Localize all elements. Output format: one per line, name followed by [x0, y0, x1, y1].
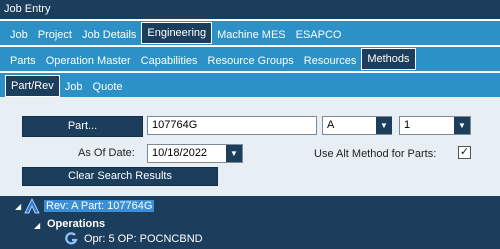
main-tab-bar: Job Project Job Details Engineering Mach…	[0, 21, 500, 45]
revision-value: A	[327, 119, 335, 131]
tree-root-node[interactable]: Rev: A Part: 107764G	[44, 200, 155, 212]
tab-operation-master[interactable]: Operation Master	[41, 51, 136, 71]
alt-method-value: 1	[404, 119, 411, 131]
search-panel: Part... 107764G A ▼ 1 ▼ As Of Date: 10/1…	[0, 97, 500, 196]
tab-project[interactable]: Project	[33, 25, 77, 45]
tree-operation-node[interactable]: Opr: 5 OP: POCNCBND	[84, 233, 203, 245]
part-revision-icon	[24, 198, 40, 214]
methods-tab-bar: Part/Rev Job Quote	[0, 73, 500, 97]
collapse-operations-icon[interactable]: ◢	[34, 221, 40, 230]
tab-job[interactable]: Job	[5, 25, 33, 45]
alt-method-checkbox[interactable]: ✓	[458, 146, 471, 159]
window-title: Job Entry	[0, 0, 500, 19]
tab-resource-groups[interactable]: Resource Groups	[203, 51, 299, 71]
alt-method-dropdown-icon[interactable]: ▼	[454, 117, 470, 134]
alt-method-checkbox-label: Use Alt Method for Parts:	[314, 148, 437, 160]
tab-parts[interactable]: Parts	[5, 51, 41, 71]
tab-resources[interactable]: Resources	[299, 51, 362, 71]
clear-search-results-button[interactable]: Clear Search Results	[22, 167, 218, 186]
tab-methods[interactable]: Methods	[361, 48, 416, 70]
tab-engineering[interactable]: Engineering	[141, 22, 213, 44]
tree-operations-node[interactable]: Operations	[47, 218, 105, 230]
method-tree: ◢ Rev: A Part: 107764G ◢ Operations Opr:…	[0, 196, 500, 249]
operation-icon	[65, 232, 78, 245]
part-search-button[interactable]: Part...	[22, 116, 143, 137]
tab-quote[interactable]: Quote	[88, 77, 128, 97]
collapse-triangle-icon[interactable]: ◢	[15, 202, 21, 211]
tab-methods-job[interactable]: Job	[60, 77, 88, 97]
tab-part-rev[interactable]: Part/Rev	[5, 75, 60, 97]
calendar-dropdown-icon[interactable]: ▼	[226, 145, 242, 162]
tab-esapco[interactable]: ESAPCO	[291, 25, 347, 45]
tab-machine-mes[interactable]: Machine MES	[212, 25, 290, 45]
tab-job-details[interactable]: Job Details	[77, 25, 141, 45]
engineering-tab-bar: Parts Operation Master Capabilities Reso…	[0, 47, 500, 71]
revision-dropdown-icon[interactable]: ▼	[376, 117, 392, 134]
as-of-date-label: As Of Date:	[78, 147, 135, 159]
part-number-field[interactable]: 107764G	[147, 116, 317, 135]
tab-capabilities[interactable]: Capabilities	[136, 51, 203, 71]
